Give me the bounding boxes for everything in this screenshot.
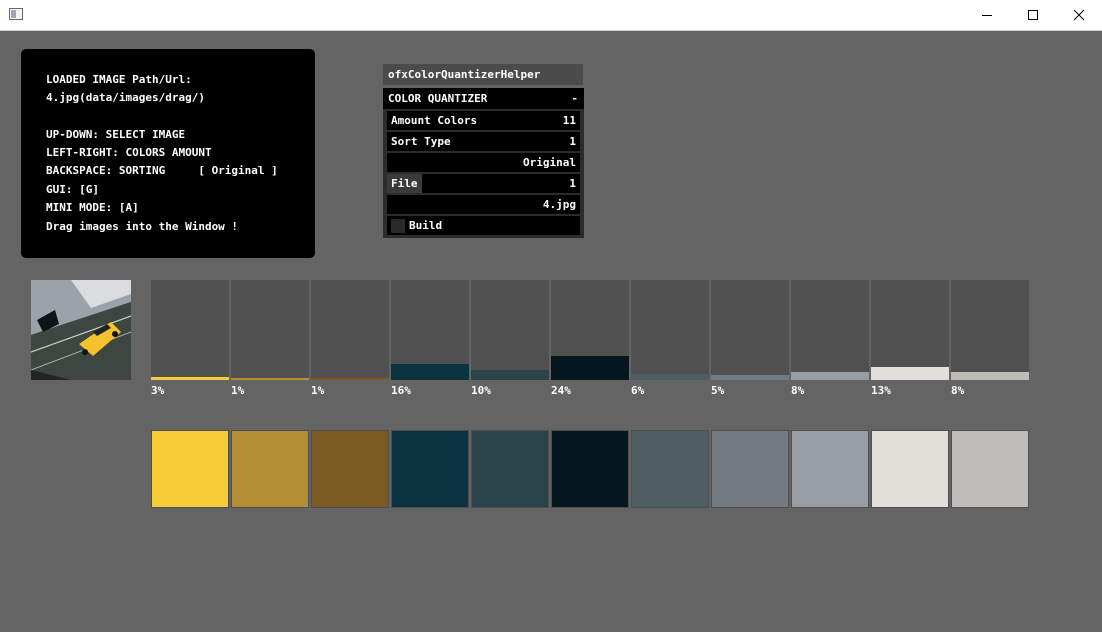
build-toggle[interactable]: Build <box>387 216 580 235</box>
percent-label-5: 10% <box>471 384 491 397</box>
bar-3 <box>311 280 389 380</box>
color-swatch-1[interactable] <box>151 430 229 508</box>
window-titlebar <box>0 0 1102 31</box>
build-label: Build <box>409 219 443 232</box>
amount-colors-label: Amount Colors <box>391 114 478 127</box>
bar-7 <box>631 280 709 380</box>
info-line-mini-mode: MINI MODE: [A] <box>46 201 139 214</box>
build-checkbox[interactable] <box>391 219 405 233</box>
sort-type-label: Sort Type <box>391 135 451 148</box>
bar-fill-1 <box>151 377 229 380</box>
minimize-button[interactable] <box>964 0 1010 30</box>
info-line-drag: Drag images into the Window ! <box>46 220 239 233</box>
bar-fill-4 <box>391 364 469 380</box>
color-swatch-8[interactable] <box>711 430 789 508</box>
bar-fill-6 <box>551 356 629 380</box>
info-line-loaded-path: 4.jpg(data/images/drag/) <box>46 91 205 104</box>
info-line-gui: GUI: [G] <box>46 183 99 196</box>
sort-type-slider[interactable]: Sort Type 1 <box>387 132 580 151</box>
sort-name-value: Original <box>523 156 576 169</box>
bar-fill-5 <box>471 370 549 380</box>
bar-fill-8 <box>711 375 789 380</box>
sort-type-value: 1 <box>569 135 576 148</box>
close-button[interactable] <box>1056 0 1102 30</box>
maximize-icon <box>1028 10 1038 20</box>
bar-5 <box>471 280 549 380</box>
percent-label-7: 6% <box>631 384 645 397</box>
bar-fill-11 <box>951 372 1029 380</box>
color-swatch-2[interactable] <box>231 430 309 508</box>
color-swatch-5[interactable] <box>471 430 549 508</box>
app-icon <box>9 8 23 20</box>
info-line-up-down: UP-DOWN: SELECT IMAGE <box>46 128 186 141</box>
file-value: 1 <box>569 177 576 190</box>
gui-panel: COLOR QUANTIZER - Amount Colors 11 Sort … <box>383 88 584 238</box>
percent-label-2: 1% <box>231 384 245 397</box>
amount-colors-value: 11 <box>562 114 576 127</box>
collapse-icon[interactable]: - <box>571 88 578 109</box>
amount-colors-slider[interactable]: Amount Colors 11 <box>387 111 580 130</box>
maximize-button[interactable] <box>1010 0 1056 30</box>
percent-label-1: 3% <box>151 384 165 397</box>
percent-label-3: 1% <box>311 384 325 397</box>
bar-fill-9 <box>791 372 869 380</box>
file-name-row: 4.jpg <box>387 195 580 214</box>
bar-9 <box>791 280 869 380</box>
color-swatch-9[interactable] <box>791 430 869 508</box>
color-swatch-10[interactable] <box>871 430 949 508</box>
file-label: File <box>387 174 422 193</box>
loaded-image-thumbnail <box>31 280 131 380</box>
info-line-loaded-label: LOADED IMAGE Path/Url: <box>46 73 192 86</box>
file-slider[interactable]: File 1 <box>387 174 580 193</box>
bar-8 <box>711 280 789 380</box>
bar-11 <box>951 280 1029 380</box>
file-name-value: 4.jpg <box>542 198 576 211</box>
minimize-icon <box>982 15 992 16</box>
bar-fill-2 <box>231 378 309 380</box>
bar-4 <box>391 280 469 380</box>
percent-label-8: 5% <box>711 384 725 397</box>
info-panel: LOADED IMAGE Path/Url: 4.jpg(data/images… <box>21 49 315 258</box>
sort-name-row: Original <box>387 153 580 172</box>
gui-panel-title[interactable]: ofxColorQuantizerHelper <box>383 64 583 85</box>
percent-label-9: 8% <box>791 384 805 397</box>
bar-fill-10 <box>871 367 949 380</box>
percent-label-11: 8% <box>951 384 965 397</box>
bar-10 <box>871 280 949 380</box>
bar-2 <box>231 280 309 380</box>
percent-label-4: 16% <box>391 384 411 397</box>
close-icon <box>1073 9 1085 21</box>
gui-section-header[interactable]: COLOR QUANTIZER - <box>383 88 584 109</box>
gui-section-label: COLOR QUANTIZER <box>388 92 488 105</box>
bar-fill-7 <box>631 374 709 380</box>
color-swatch-6[interactable] <box>551 430 629 508</box>
color-swatch-7[interactable] <box>631 430 709 508</box>
color-swatch-3[interactable] <box>311 430 389 508</box>
color-swatch-4[interactable] <box>391 430 469 508</box>
info-line-backspace: BACKSPACE: SORTING [ Original ] <box>46 164 278 177</box>
bar-fill-3 <box>311 378 389 380</box>
bar-1 <box>151 280 229 380</box>
percent-label-6: 24% <box>551 384 571 397</box>
color-swatch-11[interactable] <box>951 430 1029 508</box>
percent-label-10: 13% <box>871 384 891 397</box>
info-line-left-right: LEFT-RIGHT: COLORS AMOUNT <box>46 146 212 159</box>
bar-6 <box>551 280 629 380</box>
